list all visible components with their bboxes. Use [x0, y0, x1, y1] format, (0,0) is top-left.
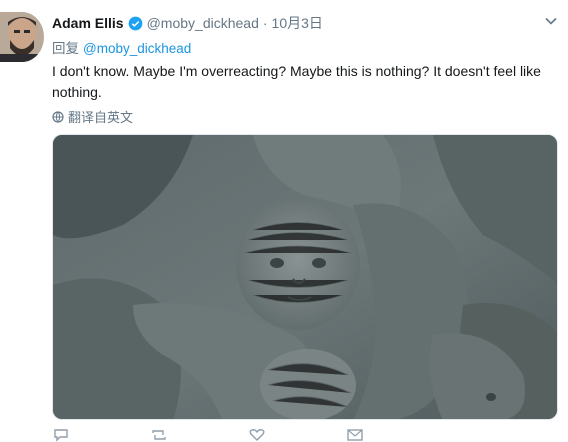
- reply-icon[interactable]: [52, 428, 70, 442]
- retweet-icon[interactable]: [150, 428, 168, 442]
- verified-badge-icon: [128, 16, 143, 31]
- tweet-header: Adam Ellis @moby_dickhead · 10月3日: [52, 12, 558, 34]
- separator-dot: ·: [262, 15, 268, 31]
- author-name[interactable]: Adam Ellis: [52, 15, 124, 31]
- globe-icon: [52, 110, 64, 123]
- author-handle[interactable]: @moby_dickhead: [147, 15, 259, 31]
- message-icon[interactable]: [346, 428, 364, 442]
- reply-mention-link[interactable]: @moby_dickhead: [83, 41, 191, 56]
- translate-tweet-link[interactable]: 翻译自英文: [52, 107, 133, 126]
- tweet-text: I don't know. Maybe I'm overreacting? Ma…: [52, 63, 541, 100]
- tweet-photo[interactable]: [52, 134, 558, 420]
- tweet-date[interactable]: 10月3日: [272, 13, 323, 33]
- reply-prefix: 回复: [52, 41, 79, 56]
- like-icon[interactable]: [248, 428, 266, 442]
- tweet-actions: [52, 428, 472, 442]
- reply-context: 回复 @moby_dickhead: [52, 37, 191, 57]
- avatar[interactable]: [0, 12, 44, 62]
- chevron-down-icon[interactable]: [544, 14, 558, 31]
- translate-label: 翻译自英文: [68, 110, 134, 125]
